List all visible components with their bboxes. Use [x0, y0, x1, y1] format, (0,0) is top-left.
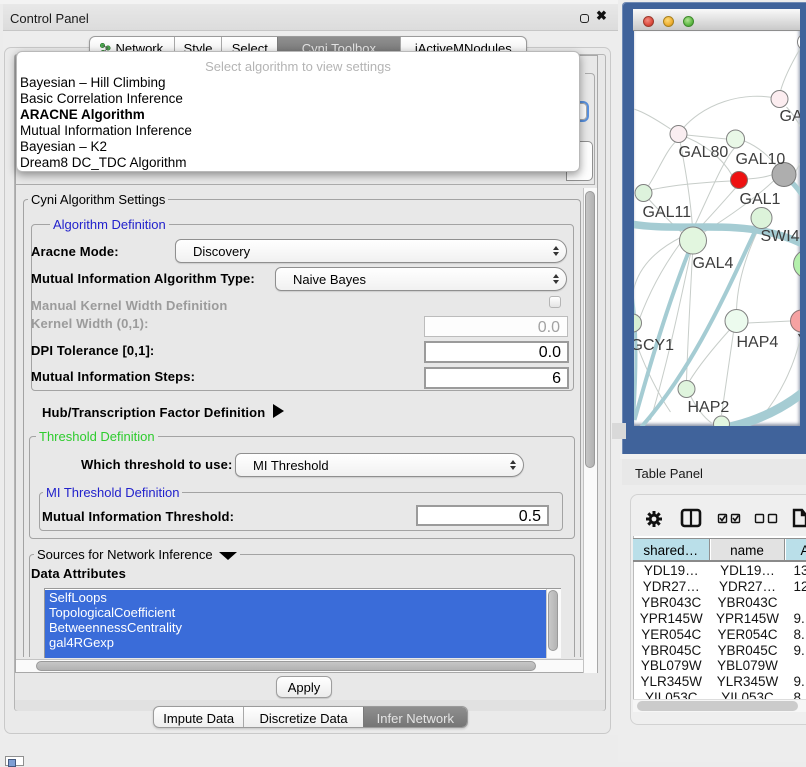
svg-text:GAL2: GAL2 [779, 108, 800, 125]
svg-text:GAL4: GAL4 [692, 255, 733, 272]
svg-text:GAL80: GAL80 [678, 144, 728, 161]
svg-text:HAP4: HAP4 [736, 334, 778, 351]
svg-text:SWI4: SWI4 [760, 228, 799, 245]
svg-text:Y: Y [797, 332, 800, 349]
svg-text:GAL1: GAL1 [739, 191, 780, 208]
svg-text:GAL11: GAL11 [642, 204, 691, 221]
svg-text:GAL10: GAL10 [735, 151, 785, 168]
svg-text:GCY1: GCY1 [634, 337, 674, 354]
svg-text:HAP2: HAP2 [687, 399, 729, 416]
